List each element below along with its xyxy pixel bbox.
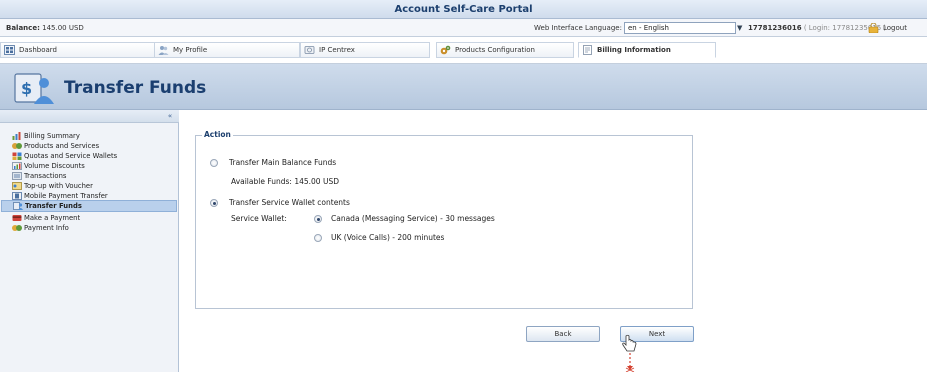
sidebar-item-label: Quotas and Service Wallets [24,152,118,160]
tab-label: IP Centrex [319,46,355,54]
sidebar-item-top-up-with-voucher[interactable]: Top-up with Voucher [12,181,176,191]
wallet-uk-label: UK (Voice Calls) - 200 minutes [331,233,445,242]
products-icon [12,143,22,149]
option-main-label: Transfer Main Balance Funds [229,158,337,167]
wallet-canada-label: Canada (Messaging Service) - 30 messages [331,214,495,223]
tab-ip-centrex[interactable]: IP Centrex [300,42,430,58]
sidebar-item-label: Billing Summary [24,132,80,140]
balance-label: Balance: [6,24,40,32]
service-wallet-label: Service Wallet: [231,214,287,223]
payment-icon [12,215,22,221]
radio-transfer-service-wallet[interactable] [210,199,218,207]
tab-billing-information[interactable]: Billing Information [578,42,716,58]
radio-transfer-main-balance[interactable] [210,159,218,167]
back-button[interactable]: Back [526,326,600,342]
language-label: Web Interface Language: [534,24,622,32]
hand-cursor-icon [622,334,637,372]
sidebar-item-label: Volume Discounts [24,162,85,170]
sidebar-item-label: Payment Info [24,224,69,232]
status-bar: Balance: 145.00 USD Web Interface Langua… [0,19,927,37]
main-tabs: Dashboard My Profile IP Centrex Products… [0,37,927,64]
tab-label: Billing Information [597,46,671,54]
sidebar-toolbar: « [0,110,179,123]
voucher-icon [12,182,22,190]
balance-value: 145.00 USD [42,24,84,32]
chart-icon [12,132,21,140]
sidebar: « Billing Summary Products and Services … [0,110,179,372]
sidebar-item-billing-summary[interactable]: Billing Summary [12,131,176,141]
sidebar-item-label: Top-up with Voucher [24,182,93,190]
transfer-funds-icon: $ [14,73,54,104]
logout-link[interactable]: Logout [883,19,907,37]
tab-my-profile[interactable]: My Profile [154,42,300,58]
sidebar-item-label: Transfer Funds [25,202,82,210]
account-info: 17781236016 ( Login: 17781235015 ) [748,19,886,37]
wallet-icon [12,152,22,160]
language-select[interactable]: en - English ▼ [624,22,742,34]
products-configuration-icon [440,45,451,55]
tab-label: Dashboard [19,46,57,54]
sidebar-item-quotas-and-service-wallets[interactable]: Quotas and Service Wallets [12,151,176,161]
sidebar-item-label: Transactions [24,172,67,180]
transactions-icon [12,172,22,180]
tab-dashboard[interactable]: Dashboard [0,42,170,58]
sidebar-item-make-a-payment[interactable]: Make a Payment [12,213,176,223]
radio-wallet-uk[interactable] [314,234,322,242]
mobile-payment-icon [12,192,22,200]
sidebar-item-transfer-funds[interactable]: Transfer Funds [1,200,177,212]
sidebar-item-volume-discounts[interactable]: Volume Discounts [12,161,176,171]
account-id: 17781236016 [748,24,802,32]
profile-icon [158,46,169,55]
available-funds: Available Funds: 145.00 USD [231,177,339,186]
page-title: Transfer Funds [64,78,207,98]
svg-text:$: $ [21,79,32,98]
balance-info: Balance: 145.00 USD [6,19,84,37]
discount-icon [12,162,22,170]
tab-label: My Profile [173,46,208,54]
lock-icon[interactable] [868,23,879,33]
action-legend: Action [202,130,233,139]
radio-wallet-canada[interactable] [314,215,322,223]
sidebar-item-label: Make a Payment [24,214,81,222]
language-value: en - English [628,24,669,32]
sidebar-item-label: Products and Services [24,142,100,150]
sidebar-item-products-and-services[interactable]: Products and Services [12,141,176,151]
tab-products-configuration[interactable]: Products Configuration [436,42,574,58]
sidebar-item-payment-info[interactable]: Payment Info [12,223,176,233]
collapse-button[interactable]: « [165,112,175,120]
tab-label: Products Configuration [455,46,535,54]
transfer-icon [13,202,23,210]
billing-icon [583,45,592,55]
dashboard-icon [4,45,15,55]
ip-centrex-icon [304,46,315,54]
payment-info-icon [12,225,22,231]
window-title: Account Self-Care Portal [0,0,927,19]
sidebar-item-transactions[interactable]: Transactions [12,171,176,181]
option-wallet-label: Transfer Service Wallet contents [229,198,350,207]
chevron-down-icon[interactable]: ▼ [737,23,747,33]
page-header: $ Transfer Funds [0,64,927,110]
